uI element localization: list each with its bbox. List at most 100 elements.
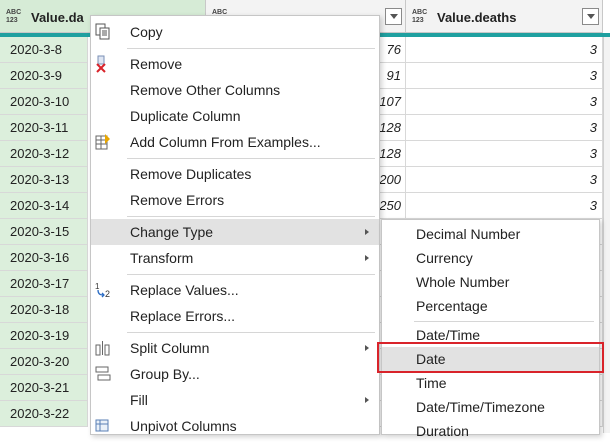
svg-text:1: 1	[95, 282, 100, 291]
menu-item-fill[interactable]: Fill	[91, 387, 379, 413]
menu-item-label: Transform	[130, 250, 194, 266]
type-any-icon[interactable]: ABC 123	[6, 9, 26, 25]
menu-item-label: Duplicate Column	[130, 108, 241, 124]
submenu-item-label: Time	[416, 375, 447, 391]
menu-item-label: Unpivot Columns	[130, 418, 237, 434]
submenu-arrow-icon	[365, 397, 369, 403]
replace-values-icon: 12	[94, 281, 112, 299]
date-cell[interactable]: 2020-3-11	[0, 115, 88, 141]
menu-separator	[127, 158, 375, 159]
menu-item-split-column[interactable]: Split Column	[91, 335, 379, 361]
menu-item-label: Remove Errors	[130, 192, 225, 208]
menu-item-label: Copy	[130, 24, 163, 40]
menu-item-replace-values[interactable]: 12 Replace Values...	[91, 277, 379, 303]
value-cell[interactable]: 76	[376, 37, 406, 63]
submenu-arrow-icon	[365, 255, 369, 261]
menu-item-remove-other-columns[interactable]: Remove Other Columns	[91, 77, 379, 103]
menu-item-remove[interactable]: Remove	[91, 51, 379, 77]
column-header-label: Value.da	[31, 10, 84, 25]
deaths-cell[interactable]: 3	[406, 63, 603, 89]
value-cell[interactable]: 200	[376, 167, 406, 193]
submenu-item-decimal-number[interactable]: Decimal Number	[382, 222, 599, 246]
date-cell[interactable]: 2020-3-22	[0, 401, 88, 427]
menu-item-label: Change Type	[130, 224, 214, 240]
menu-item-unpivot-columns[interactable]: Unpivot Columns	[91, 413, 379, 439]
date-cell[interactable]: 2020-3-13	[0, 167, 88, 193]
deaths-cell[interactable]: 3	[406, 115, 603, 141]
column-header-value-deaths[interactable]: ABC 123 Value.deaths	[406, 0, 603, 33]
menu-item-replace-errors[interactable]: Replace Errors...	[91, 303, 379, 329]
submenu-item-percentage[interactable]: Percentage	[382, 294, 599, 318]
menu-item-label: Remove	[130, 56, 183, 72]
date-cell[interactable]: 2020-3-10	[0, 89, 88, 115]
add-column-from-examples-icon	[94, 133, 112, 151]
menu-item-group-by[interactable]: Group By...	[91, 361, 379, 387]
highlight-box	[377, 342, 604, 373]
date-cell[interactable]: 2020-3-16	[0, 245, 88, 271]
menu-separator	[127, 332, 375, 333]
menu-item-label: Add Column From Examples...	[130, 134, 321, 150]
submenu-item-duration[interactable]: Duration	[382, 419, 599, 443]
deaths-cell[interactable]: 3	[406, 167, 603, 193]
column-context-menu: Copy Remove Remove Other Columns Duplica…	[90, 15, 380, 435]
menu-item-label: Fill	[130, 392, 148, 408]
deaths-cell[interactable]: 3	[406, 89, 603, 115]
menu-item-copy[interactable]: Copy	[91, 19, 379, 45]
menu-item-remove-errors[interactable]: Remove Errors	[91, 187, 379, 213]
submenu-arrow-icon	[365, 345, 369, 351]
copy-icon	[94, 23, 112, 41]
menu-item-label: Remove Duplicates	[130, 166, 252, 182]
date-cell[interactable]: 2020-3-17	[0, 271, 88, 297]
value-cell[interactable]: 107	[376, 89, 406, 115]
submenu-item-date-time-timezone[interactable]: Date/Time/Timezone	[382, 395, 599, 419]
menu-item-transform[interactable]: Transform	[91, 245, 379, 271]
remove-column-icon	[94, 55, 112, 73]
value-cell[interactable]: 250	[376, 193, 406, 219]
menu-item-duplicate-column[interactable]: Duplicate Column	[91, 103, 379, 129]
svg-text:2: 2	[105, 289, 110, 299]
value-cell[interactable]: 128	[376, 141, 406, 167]
submenu-item-time[interactable]: Time	[382, 371, 599, 395]
group-by-icon	[94, 365, 112, 383]
menu-separator	[127, 48, 375, 49]
menu-item-change-type[interactable]: Change Type	[91, 219, 379, 245]
unpivot-columns-icon	[94, 417, 112, 435]
menu-separator	[127, 274, 375, 275]
date-cell[interactable]: 2020-3-9	[0, 63, 88, 89]
date-cell[interactable]: 2020-3-14	[0, 193, 88, 219]
date-cell[interactable]: 2020-3-19	[0, 323, 88, 349]
submenu-item-currency[interactable]: Currency	[382, 246, 599, 270]
submenu-item-label: Duration	[416, 423, 469, 439]
column-header-label: Value.deaths	[437, 10, 517, 25]
filter-dropdown-icon[interactable]	[582, 8, 599, 25]
deaths-cell[interactable]: 3	[406, 141, 603, 167]
date-cell[interactable]: 2020-3-21	[0, 375, 88, 401]
menu-item-label: Replace Values...	[130, 282, 239, 298]
date-cell[interactable]: 2020-3-18	[0, 297, 88, 323]
menu-separator	[127, 216, 375, 217]
value-cell[interactable]: 91	[376, 63, 406, 89]
menu-item-remove-duplicates[interactable]: Remove Duplicates	[91, 161, 379, 187]
deaths-cell[interactable]: 3	[406, 193, 603, 219]
menu-item-label: Group By...	[130, 366, 200, 382]
date-cell[interactable]: 2020-3-12	[0, 141, 88, 167]
date-cell[interactable]: 2020-3-20	[0, 349, 88, 375]
split-column-icon	[94, 339, 112, 357]
menu-item-label: Replace Errors...	[130, 308, 236, 324]
menu-item-label: Remove Other Columns	[130, 82, 281, 98]
submenu-item-label: Whole Number	[416, 274, 510, 290]
value-cell[interactable]: 128	[376, 115, 406, 141]
menu-separator	[414, 321, 594, 322]
submenu-item-label: Currency	[416, 250, 473, 266]
filter-dropdown-icon[interactable]	[385, 8, 402, 25]
submenu-arrow-icon	[365, 229, 369, 235]
submenu-item-label: Percentage	[416, 298, 488, 314]
type-any-icon[interactable]: ABC 123	[412, 9, 432, 25]
date-cell[interactable]: 2020-3-8	[0, 37, 88, 63]
menu-item-add-column-from-examples[interactable]: Add Column From Examples...	[91, 129, 379, 155]
vertical-scrollbar[interactable]	[603, 37, 610, 433]
date-cell[interactable]: 2020-3-15	[0, 219, 88, 245]
submenu-item-label: Date/Time/Timezone	[416, 399, 545, 415]
submenu-item-whole-number[interactable]: Whole Number	[382, 270, 599, 294]
deaths-cell[interactable]: 3	[406, 37, 603, 63]
